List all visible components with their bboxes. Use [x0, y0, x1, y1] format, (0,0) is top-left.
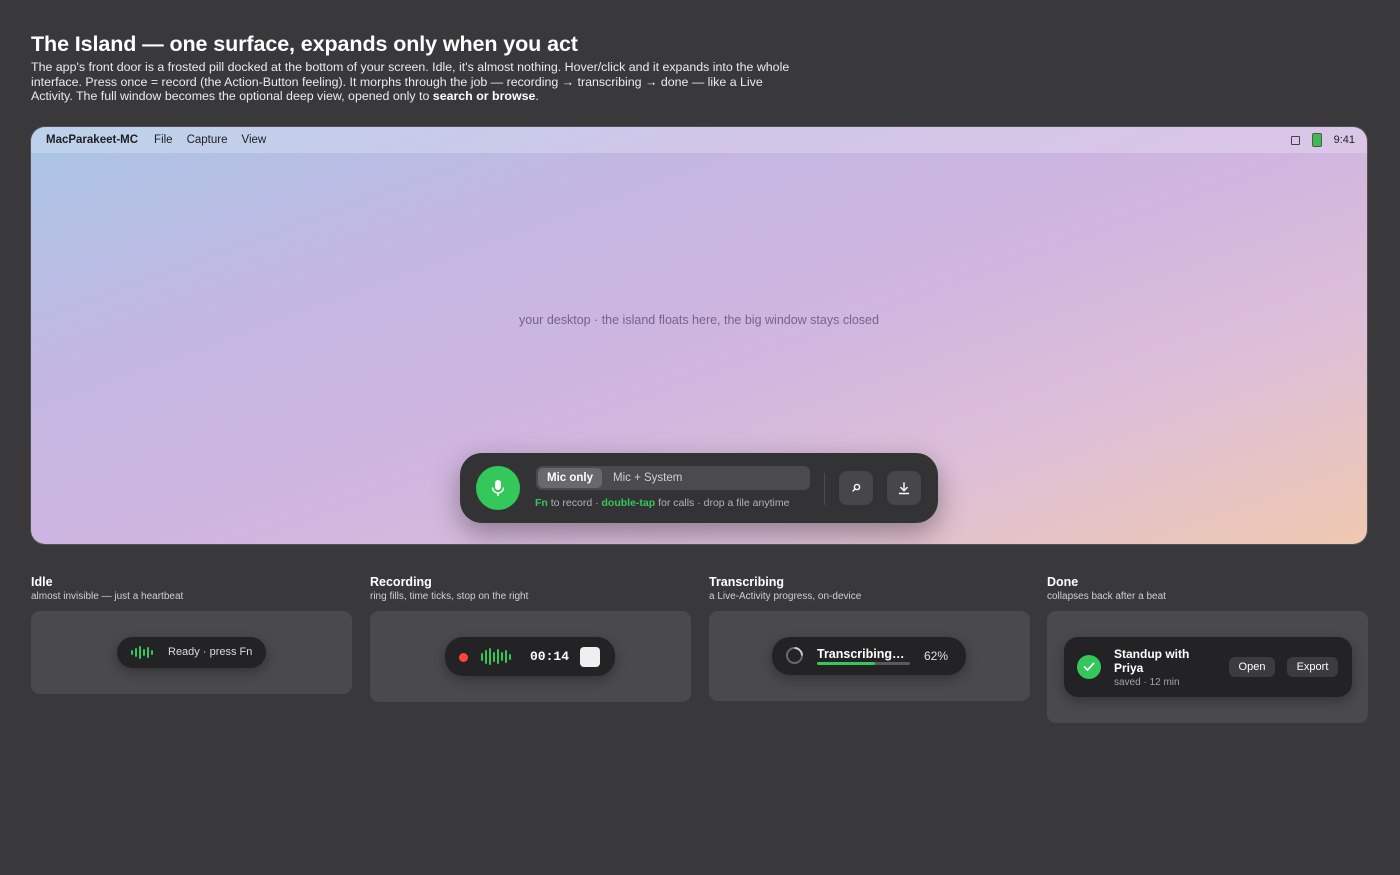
done-item-title: Standup with Priya — [1114, 647, 1190, 675]
recording-pill: 00:14 — [445, 637, 615, 676]
export-button[interactable]: Export — [1287, 657, 1338, 677]
page-description: The app's front door is a frosted pill d… — [31, 60, 801, 104]
battery-icon — [1311, 133, 1322, 147]
search-icon — [852, 483, 861, 492]
mic-icon — [491, 480, 505, 496]
mode-mic-only[interactable]: Mic only — [538, 468, 602, 488]
transcribing-label: Transcribing… — [817, 647, 905, 661]
search-button[interactable] — [839, 471, 873, 505]
state-idle-subtitle: almost invisible — just a heartbeat — [31, 591, 184, 602]
transcribing-percent: 62% — [924, 649, 949, 663]
waveform-icon — [131, 646, 153, 659]
state-transcribing-subtitle: a Live-Activity progress, on-device — [709, 591, 862, 602]
mode-mic-system[interactable]: Mic + System — [613, 468, 682, 488]
spinner-icon — [782, 643, 807, 668]
state-idle-card: Ready · press Fn — [31, 611, 352, 694]
menu-file[interactable]: File — [154, 134, 173, 146]
hint-key-fn: Fn — [535, 497, 548, 509]
state-transcribing: Transcribing a Live-Activity progress, o… — [709, 575, 1030, 701]
state-done-card: Standup with Priya saved · 12 min Open E… — [1047, 611, 1368, 723]
menu-app-name[interactable]: MacParakeet-MC — [46, 134, 138, 146]
capture-mode-segmented-control: Mic only Mic + System — [536, 466, 810, 490]
done-item-meta: saved · 12 min — [1114, 677, 1180, 688]
open-button[interactable]: Open — [1229, 657, 1275, 677]
state-recording-subtitle: ring fills, time ticks, stop on the righ… — [370, 591, 529, 602]
menu-capture[interactable]: Capture — [187, 134, 228, 146]
waveform-icon — [481, 648, 511, 665]
state-done: Done collapses back after a beat Standup… — [1047, 575, 1368, 723]
import-file-button[interactable] — [887, 471, 921, 505]
transcribing-pill: Transcribing… 62% — [772, 637, 966, 675]
idle-pill-label: Ready · press Fn — [168, 646, 253, 658]
state-idle: Idle almost invisible — just a heartbeat… — [31, 575, 352, 694]
desktop-hint: your desktop · the island floats here, t… — [519, 313, 879, 327]
record-button[interactable] — [476, 466, 520, 510]
hint-text-record: to record · — [547, 497, 602, 509]
state-recording: Recording ring fills, time ticks, stop o… — [370, 575, 691, 702]
recording-timer: 00:14 — [530, 649, 570, 664]
state-recording-title: Recording — [370, 575, 432, 589]
hint-text-calls: for calls · drop a file anytime — [655, 497, 790, 509]
island-expanded: Mic only Mic + System Fn to record · dou… — [460, 453, 938, 523]
divider — [824, 473, 825, 505]
menu-clock: 9:41 — [1333, 134, 1355, 146]
hint-key-double-tap: double-tap — [601, 497, 656, 509]
record-indicator-icon — [459, 653, 468, 662]
checkmark-icon — [1077, 655, 1101, 679]
done-pill: Standup with Priya saved · 12 min Open E… — [1064, 637, 1352, 697]
control-center-icon[interactable] — [1290, 135, 1300, 145]
state-transcribing-card: Transcribing… 62% — [709, 611, 1030, 701]
stop-icon[interactable] — [580, 647, 600, 667]
desktop-mockup: MacParakeet-MC File Capture View 9:41 yo… — [31, 127, 1367, 544]
idle-pill[interactable]: Ready · press Fn — [117, 637, 266, 668]
state-done-title: Done — [1047, 575, 1079, 589]
transcribing-progress-fill — [817, 662, 875, 665]
state-done-subtitle: collapses back after a beat — [1047, 591, 1166, 602]
description-emphasis: search or browse — [432, 89, 536, 104]
download-icon — [898, 481, 910, 494]
shortcut-hint: Fn to record · double-tap for calls · dr… — [535, 497, 789, 509]
state-idle-title: Idle — [31, 575, 53, 589]
menu-bar: MacParakeet-MC File Capture View 9:41 — [31, 127, 1367, 153]
description-text: The app's front door is a frosted pill d… — [31, 60, 790, 104]
state-recording-card: 00:14 — [370, 611, 691, 702]
page-title: The Island — one surface, expands only w… — [31, 32, 578, 56]
description-end: . — [535, 89, 539, 104]
menu-bar-status: 9:41 — [1290, 127, 1355, 153]
page-header: The Island — one surface, expands only w… — [31, 32, 801, 104]
state-transcribing-title: Transcribing — [709, 575, 785, 589]
menu-view[interactable]: View — [242, 134, 267, 146]
transcribing-progress-bar — [817, 662, 910, 665]
